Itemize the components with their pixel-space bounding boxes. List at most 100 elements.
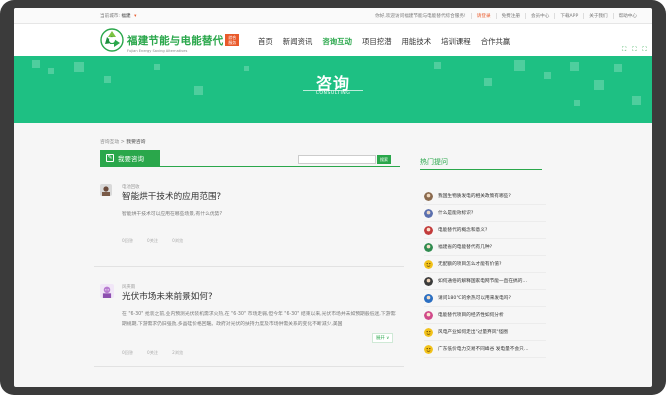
- hot-question-item[interactable]: 电能替代项目的经济性如何分析: [424, 310, 554, 324]
- question-title[interactable]: 智能烘干技术的应用范围?: [122, 190, 221, 202]
- follow-count: 0关注: [147, 238, 159, 243]
- nav-item-news[interactable]: 新闻资讯: [283, 36, 313, 47]
- login-link[interactable]: 请登录: [470, 13, 496, 19]
- expand-icon[interactable]: ⛶: [632, 46, 636, 54]
- answer-count: 0回答: [122, 238, 134, 243]
- hot-question-item[interactable]: 广东低价电力交易不同峰谷 发电量不会只…: [424, 344, 554, 358]
- browser-screen: 当前城市: 福建 ▾ 你好,欢迎访问福建节能与电能替代综合服务! 请登录 免费注…: [14, 8, 652, 387]
- question-item[interactable]: 电池回收 智能烘干技术的应用范围? 智能烘干技术可以应用在哪些场景,有什么优势?…: [100, 184, 400, 243]
- smiley-icon: [424, 260, 433, 269]
- user-avatar: [424, 243, 433, 252]
- hot-question-item[interactable]: 我国生物质发电的相关政策有哪些?: [424, 191, 554, 205]
- hot-question-label: 电能替代项目的经济性如何分析: [438, 313, 504, 318]
- hot-question-divider: [424, 238, 546, 239]
- hot-question-label: 广东低价电力交易不同峰谷 发电量不会只…: [438, 347, 529, 352]
- hot-question-divider: [424, 272, 546, 273]
- hot-question-item[interactable]: 如何通俗的解释国家电网节能一直在搞的…: [424, 276, 554, 290]
- expand-icon[interactable]: ⛶: [622, 46, 626, 54]
- hot-question-divider: [424, 323, 546, 324]
- decor-square: [574, 100, 580, 106]
- question-excerpt: 在 "6·30" 抢装之前,业内预测光伏装机需求火热,在 "6·30" 市场走弱…: [122, 312, 396, 317]
- smiley-icon: [424, 345, 433, 354]
- user-avatar: [100, 284, 114, 298]
- hot-question-label: 福建省的电能替代有几种?: [438, 245, 493, 250]
- nav-item-consulting[interactable]: 咨询互动: [322, 36, 352, 47]
- hot-question-item[interactable]: 无配额的项目怎么才能有价值?: [424, 259, 554, 273]
- question-item[interactable]: 风夹雨 光伏市场未来前景如何? 在 "6·30" 抢装之前,业内预测光伏装机需求…: [100, 284, 400, 364]
- user-avatar: [424, 311, 433, 320]
- hot-question-label: 请问180℃的余热可以用来发电吗?: [438, 296, 511, 301]
- recycle-logo-icon[interactable]: [100, 28, 124, 52]
- help-center-link[interactable]: 帮助中心: [612, 13, 642, 19]
- about-link[interactable]: 关于我们: [583, 13, 612, 19]
- brand-tag: 综合服务: [225, 33, 240, 46]
- breadcrumb-parent[interactable]: 咨询互动: [100, 140, 119, 145]
- hot-question-divider: [424, 289, 546, 290]
- hot-question-divider: [424, 204, 546, 205]
- nav-item-training[interactable]: 培训课程: [441, 36, 471, 47]
- question-excerpt-line: 期规期,下游需求仍旧强劲,多晶硅价格回暖。政府对光伏的扶持力度及市场供需关系的变…: [122, 322, 343, 327]
- site-header: 福建节能与电能替代 综合服务 Fujian Energy Saving Alter…: [14, 24, 652, 56]
- question-divider: [94, 266, 404, 267]
- follow-count: 0关注: [147, 350, 159, 355]
- answer-count: 0回答: [122, 350, 134, 355]
- hot-question-divider: [424, 255, 546, 256]
- top-utility-bar: 当前城市: 福建 ▾ 你好,欢迎访问福建节能与电能替代综合服务! 请登录 免费注…: [14, 8, 652, 24]
- hero-banner: 咨询 CONSULTING: [14, 56, 652, 123]
- user-avatar: [424, 277, 433, 286]
- hot-question-divider: [424, 340, 546, 341]
- search-input[interactable]: [298, 155, 376, 164]
- location-selector[interactable]: 当前城市: 福建 ▾: [100, 13, 136, 19]
- question-divider: [94, 366, 404, 367]
- hot-question-label: 电能替代的概念和意义?: [438, 228, 488, 233]
- user-avatar: [424, 226, 433, 235]
- hot-question-item[interactable]: 什么是能效标识?: [424, 208, 554, 222]
- brand-name: 福建节能与电能替代: [127, 35, 224, 47]
- question-meta: 0回答 0关注 0浏览: [122, 238, 183, 244]
- chevron-down-icon: ▾: [134, 14, 137, 19]
- hot-question-item[interactable]: 福建省的电能替代有几种?: [424, 242, 554, 256]
- hot-question-divider: [424, 221, 546, 222]
- nav-item-projects[interactable]: 项目挖潜: [362, 36, 392, 47]
- hot-question-label: 什么是能效标识?: [438, 211, 474, 216]
- search-button[interactable]: 搜索: [377, 155, 391, 164]
- expand-icon[interactable]: ⛶: [642, 46, 646, 54]
- brand[interactable]: 福建节能与电能替代 综合服务 Fujian Energy Saving Alter…: [127, 29, 240, 53]
- welcome-text: 你好,欢迎访问福建节能与电能替代综合服务!: [375, 14, 466, 19]
- hot-question-item[interactable]: 风电产业如何走出"过量弃风"怪圈: [424, 327, 554, 341]
- hot-question-label: 风电产业如何走出"过量弃风"怪圈: [438, 330, 508, 335]
- hot-question-label: 如何通俗的解释国家电网节能一直在搞的…: [438, 279, 528, 284]
- register-link[interactable]: 免费注册: [495, 13, 525, 19]
- decor-square: [434, 62, 441, 69]
- ask-underline: [100, 166, 400, 167]
- ask-question-button[interactable]: ✎ 我要咨询: [100, 150, 160, 166]
- page-tools: ⛶ ⛶ ⛶ ⛶: [622, 46, 652, 54]
- hot-questions-underline: [420, 169, 542, 170]
- nav-item-home[interactable]: 首页: [258, 36, 273, 47]
- edit-icon: ✎: [106, 154, 114, 162]
- question-title[interactable]: 光伏市场未来前景如何?: [122, 290, 213, 302]
- hot-question-item[interactable]: 电能替代的概念和意义?: [424, 225, 554, 239]
- nav-item-cooperation[interactable]: 合作共赢: [481, 36, 511, 47]
- view-count: 0浏览: [172, 238, 184, 243]
- user-avatar: [424, 192, 433, 201]
- location-label: 当前城市:: [100, 14, 120, 19]
- question-excerpt: 智能烘干技术可以应用在哪些场景,有什么优势?: [122, 212, 223, 217]
- hot-question-divider: [424, 306, 546, 307]
- main-nav: 首页 新闻资讯 咨询互动 项目挖潜 用能技术 培训课程 合作共赢: [258, 36, 520, 47]
- expand-button[interactable]: 展开 ∨: [372, 333, 394, 343]
- question-meta: 0回答 0关注 2浏览: [122, 350, 183, 356]
- hot-question-label: 无配额的项目怎么才能有价值?: [438, 262, 502, 267]
- banner-subtitle: CONSULTING: [315, 91, 351, 96]
- user-avatar: [100, 184, 112, 196]
- download-app-link[interactable]: 下载APP: [554, 13, 583, 19]
- user-avatar: [424, 294, 433, 303]
- member-center-link[interactable]: 会员中心: [524, 13, 554, 19]
- top-links: 你好,欢迎访问福建节能与电能替代综合服务! 请登录 免费注册 会员中心 下载AP…: [370, 13, 642, 19]
- location-value: 福建: [121, 14, 131, 19]
- hot-question-item[interactable]: 请问180℃的余热可以用来发电吗?: [424, 293, 554, 307]
- device-frame: 当前城市: 福建 ▾ 你好,欢迎访问福建节能与电能替代综合服务! 请登录 免费注…: [0, 0, 666, 395]
- nav-item-technology[interactable]: 用能技术: [402, 36, 432, 47]
- hot-questions-title: 热门提问: [420, 158, 448, 166]
- user-avatar: [424, 209, 433, 218]
